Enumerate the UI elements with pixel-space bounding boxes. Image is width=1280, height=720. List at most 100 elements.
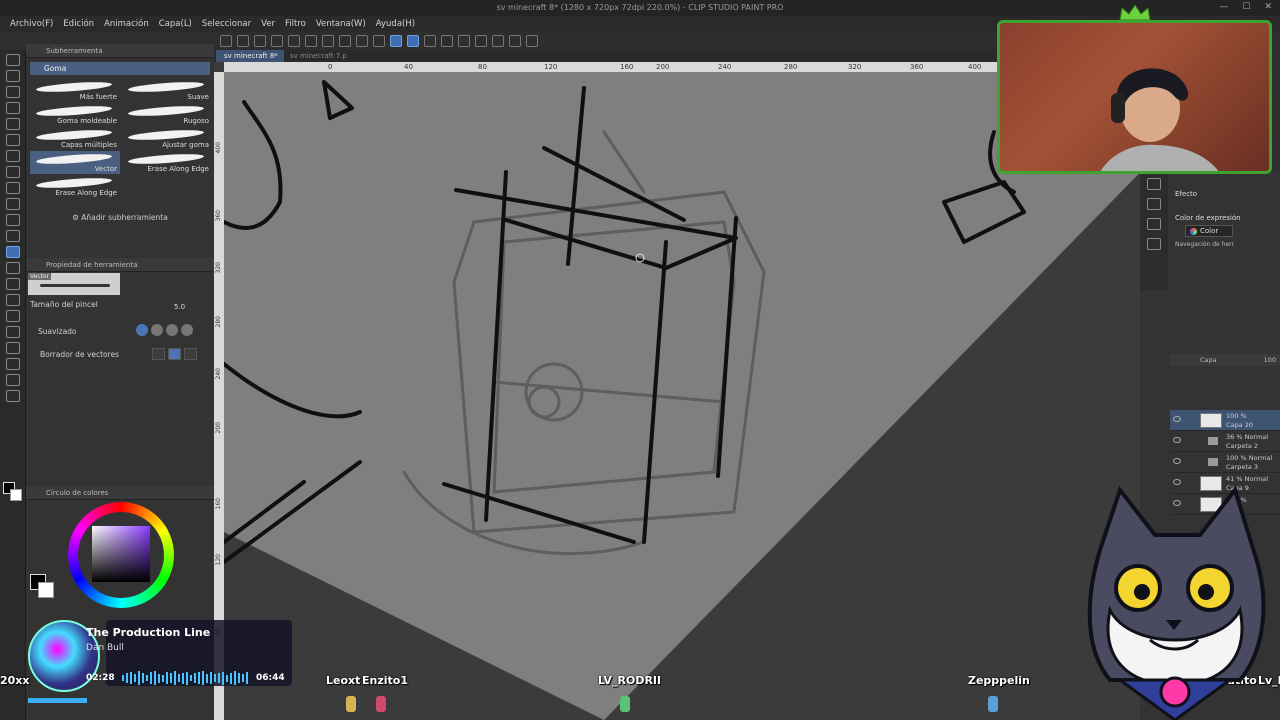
webcam-feed (997, 20, 1272, 174)
ruler-tool-icon[interactable] (6, 342, 20, 354)
layer-row[interactable]: 36 % Normal Carpeta 2 (1170, 431, 1280, 452)
subtool-label: Erase Along Edge (147, 165, 209, 173)
track-title: The Production Line (86, 626, 211, 639)
vector-eraser-label: Borrador de vectores (40, 350, 120, 359)
menu-ver[interactable]: Ver (257, 16, 281, 32)
sub-view-icon[interactable] (1147, 218, 1161, 230)
fill-tool-icon[interactable] (6, 278, 20, 290)
menu-archivo[interactable]: Archivo(F) (6, 16, 59, 32)
menu-edicion[interactable]: Edición (59, 16, 100, 32)
gradient-tool-icon[interactable] (6, 294, 20, 306)
selection-tool-icon[interactable] (6, 118, 20, 130)
deselect-icon[interactable] (356, 35, 368, 47)
menu-capa[interactable]: Capa(L) (155, 16, 198, 32)
correct-line-tool-icon[interactable] (6, 390, 20, 402)
new-file-icon[interactable] (220, 35, 232, 47)
snap-special-ruler-icon[interactable] (407, 35, 419, 47)
navigator-icon[interactable] (1147, 178, 1161, 190)
sub-color-swatch[interactable] (10, 489, 22, 501)
vector-erase-option-3[interactable] (184, 348, 197, 360)
chat-user-name: 20xx (0, 674, 30, 687)
balloon-tool-icon[interactable] (6, 374, 20, 386)
vector-erase-option-2[interactable] (168, 348, 181, 360)
open-file-icon[interactable] (237, 35, 249, 47)
airbrush-tool-icon[interactable] (6, 214, 20, 226)
subtool-rugoso[interactable]: Rugoso (122, 103, 212, 126)
document-tab[interactable]: sv minecraft 7.p (282, 50, 353, 62)
document-tab-active[interactable]: sv minecraft 8* (216, 50, 284, 62)
subtool-erase-along-edge[interactable]: Erase Along Edge (122, 151, 212, 174)
menu-animacion[interactable]: Animación (100, 16, 155, 32)
layer-mode: 100 % Normal (1226, 454, 1273, 462)
auto-select-tool-icon[interactable] (6, 134, 20, 146)
main-sub-color[interactable] (3, 482, 23, 504)
move-layer-tool-icon[interactable] (6, 102, 20, 114)
pencil-tool-icon[interactable] (6, 182, 20, 194)
smoothing-option-3[interactable] (166, 324, 178, 336)
smoothing-option-2[interactable] (151, 324, 163, 336)
subtool-capas-multiples[interactable]: Capas múltiples (30, 127, 120, 150)
clear-icon[interactable] (322, 35, 334, 47)
redo-icon[interactable] (288, 35, 300, 47)
resize-icon[interactable] (458, 35, 470, 47)
snap-grid-icon[interactable] (424, 35, 436, 47)
history-icon[interactable] (1147, 238, 1161, 250)
flip-icon[interactable] (475, 35, 487, 47)
smoothing-option-1[interactable] (136, 324, 148, 336)
maximize-button[interactable]: ☐ (1242, 2, 1250, 12)
frame-tool-icon[interactable] (6, 326, 20, 338)
layer-row[interactable]: 100 % Capa 20 (1170, 410, 1280, 431)
blend-tool-icon[interactable] (6, 262, 20, 274)
grid-icon[interactable] (509, 35, 521, 47)
subtool-tab[interactable]: Subherramienta (46, 47, 103, 55)
settings-icon[interactable] (526, 35, 538, 47)
subtool-goma-moldeable[interactable]: Goma moldeable (30, 103, 120, 126)
loading-icon[interactable] (305, 35, 317, 47)
pen-tool-icon[interactable] (6, 166, 20, 178)
layer-opacity-value[interactable]: 100 (1264, 356, 1276, 364)
move-tool-icon[interactable] (6, 70, 20, 82)
operation-tool-icon[interactable] (6, 86, 20, 98)
text-tool-icon[interactable] (6, 358, 20, 370)
close-button[interactable]: ✕ (1264, 2, 1272, 12)
decoration-tool-icon[interactable] (6, 230, 20, 242)
menu-ayuda[interactable]: Ayuda(H) (372, 16, 421, 32)
undo-icon[interactable] (271, 35, 283, 47)
subtool-erase-along-edge-2[interactable]: Erase Along Edge (30, 175, 120, 198)
add-subtool-button[interactable]: ⚙ Añadir subherramienta (26, 213, 214, 222)
minimize-button[interactable]: — (1219, 2, 1228, 12)
effect-icon[interactable] (1147, 198, 1161, 210)
figure-tool-icon[interactable] (6, 310, 20, 322)
snap-ruler-icon[interactable] (390, 35, 402, 47)
eye-icon[interactable] (1173, 416, 1181, 422)
invert-selection-icon[interactable] (373, 35, 385, 47)
fill-icon[interactable] (492, 35, 504, 47)
brush-size-value[interactable]: 5.0 (174, 303, 185, 311)
eye-icon[interactable] (1173, 458, 1181, 464)
brush-tool-icon[interactable] (6, 198, 20, 210)
subtool-ajustar-goma[interactable]: Ajustar goma (122, 127, 212, 150)
color-saturation-square[interactable] (92, 526, 150, 582)
color-panel-sub-swatch[interactable] (38, 582, 54, 598)
layer-row[interactable]: 100 % Normal Carpeta 3 (1170, 452, 1280, 473)
transform-icon[interactable] (339, 35, 351, 47)
smoothing-option-4[interactable] (181, 324, 193, 336)
vector-erase-option-1[interactable] (152, 348, 165, 360)
subtool-group-goma[interactable]: Goma (30, 62, 210, 75)
subtool-vector[interactable]: Vector (30, 151, 120, 174)
menu-seleccionar[interactable]: Seleccionar (198, 16, 257, 32)
save-icon[interactable] (254, 35, 266, 47)
subtool-mas-fuerte[interactable]: Más fuerte (30, 79, 120, 102)
subtool-suave[interactable]: Suave (122, 79, 212, 102)
ruler-tick: 40 (404, 63, 413, 71)
eyedropper-tool-icon[interactable] (6, 150, 20, 162)
zoom-tool-icon[interactable] (6, 54, 20, 66)
menu-filtro[interactable]: Filtro (281, 16, 312, 32)
eye-icon[interactable] (1173, 437, 1181, 443)
waveform-bar (182, 672, 184, 684)
menu-ventana[interactable]: Ventana(W) (312, 16, 372, 32)
color-expression-select[interactable]: Color (1185, 225, 1233, 237)
crop-icon[interactable] (441, 35, 453, 47)
eraser-tool-icon[interactable] (6, 246, 20, 258)
layer-tab[interactable]: Capa (1200, 356, 1217, 364)
